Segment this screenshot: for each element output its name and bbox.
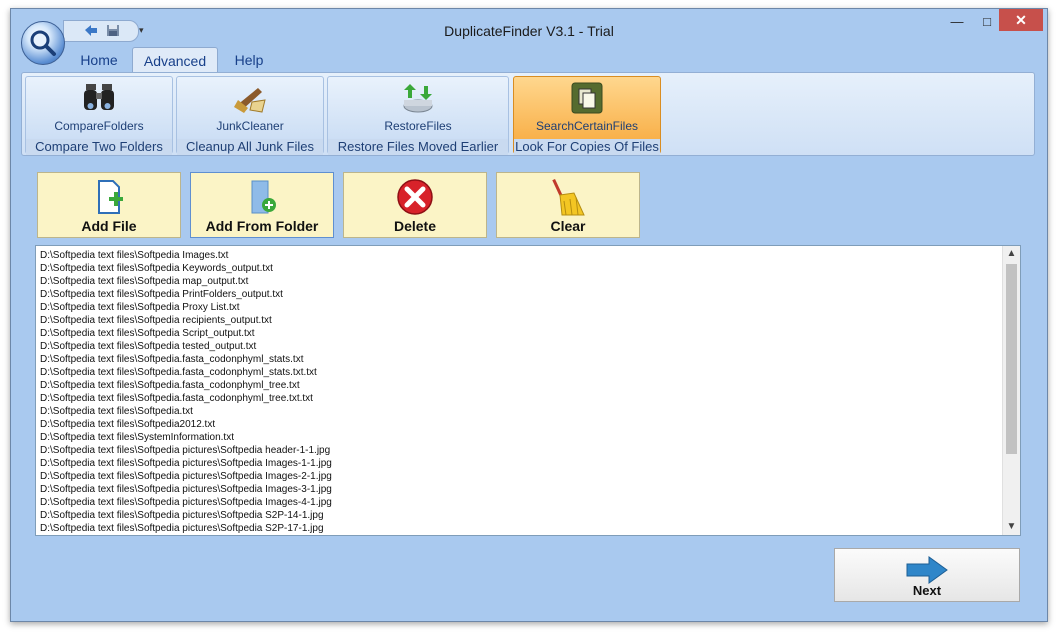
ribbon-panel: CompareFolders Compare Two Folders JunkC… bbox=[21, 72, 1035, 156]
junk-cleaner-icon bbox=[234, 88, 266, 113]
customize-qat-icon[interactable]: ▾ bbox=[139, 25, 144, 36]
list-item[interactable]: D:\Softpedia text files\Softpedia.fasta_… bbox=[40, 353, 1000, 366]
list-item[interactable]: D:\Softpedia text files\Softpedia PrintF… bbox=[40, 288, 1000, 301]
next-button[interactable]: Next bbox=[834, 548, 1020, 602]
list-item[interactable]: D:\Softpedia text files\Softpedia2012.tx… bbox=[40, 418, 1000, 431]
add-from-folder-label: Add From Folder bbox=[205, 218, 319, 234]
clear-label: Clear bbox=[550, 218, 586, 234]
list-item[interactable]: D:\Softpedia text files\Softpedia pictur… bbox=[40, 457, 1000, 470]
delete-button[interactable]: Delete bbox=[343, 172, 487, 238]
next-label: Next bbox=[912, 583, 942, 598]
restore-files-caption: Restore Files Moved Earlier bbox=[328, 139, 508, 155]
search-certain-files-button[interactable]: SearchCertainFiles Look For Copies Of Fi… bbox=[513, 76, 661, 155]
list-item[interactable]: D:\Softpedia text files\Softpedia.fasta_… bbox=[40, 366, 1000, 379]
app-menu-button[interactable] bbox=[21, 21, 65, 65]
list-item[interactable]: D:\Softpedia text files\SystemInformatio… bbox=[40, 431, 1000, 444]
list-item[interactable]: D:\Softpedia text files\Softpedia pictur… bbox=[40, 483, 1000, 496]
quick-access-toolbar bbox=[63, 20, 139, 42]
restore-files-button[interactable]: RestoreFiles Restore Files Moved Earlier bbox=[327, 76, 509, 155]
magnifier-icon bbox=[30, 30, 56, 56]
list-item[interactable]: D:\Softpedia text files\Softpedia tested… bbox=[40, 340, 1000, 353]
minimize-button[interactable]: — bbox=[941, 11, 973, 33]
compare-folders-button[interactable]: CompareFolders Compare Two Folders bbox=[25, 76, 173, 155]
list-item[interactable]: D:\Softpedia text files\Softpedia pictur… bbox=[40, 522, 1000, 535]
junk-cleaner-label: JunkCleaner bbox=[216, 119, 284, 133]
file-list-items: D:\Softpedia text files\Softpedia Images… bbox=[40, 249, 1000, 535]
list-item[interactable]: D:\Softpedia text files\Softpedia pictur… bbox=[40, 496, 1000, 509]
scroll-down-icon[interactable]: ▼ bbox=[1003, 519, 1020, 535]
list-item[interactable]: D:\Softpedia text files\Softpedia pictur… bbox=[40, 444, 1000, 457]
add-file-label: Add File bbox=[81, 218, 137, 234]
scroll-thumb[interactable] bbox=[1006, 264, 1017, 454]
window-title: DuplicateFinder V3.1 - Trial bbox=[444, 23, 614, 39]
search-certain-files-caption: Look For Copies Of Files bbox=[514, 139, 660, 155]
copy-files-icon bbox=[571, 82, 603, 114]
clear-button[interactable]: Clear bbox=[496, 172, 640, 238]
list-item[interactable]: D:\Softpedia text files\Softpedia pictur… bbox=[40, 509, 1000, 522]
list-item[interactable]: D:\Softpedia text files\Softpedia Keywor… bbox=[40, 262, 1000, 275]
save-icon[interactable] bbox=[106, 24, 120, 37]
list-item[interactable]: D:\Softpedia text files\Softpedia map_ou… bbox=[40, 275, 1000, 288]
app-window: DuplicateFinder V3.1 - Trial — □ ✕ ▾ Hom… bbox=[10, 8, 1048, 622]
back-icon[interactable] bbox=[84, 24, 98, 37]
restore-icon bbox=[403, 84, 433, 113]
list-item[interactable]: D:\Softpedia text files\Softpedia Script… bbox=[40, 327, 1000, 340]
list-item[interactable]: D:\Softpedia text files\Softpedia pictur… bbox=[40, 470, 1000, 483]
list-item[interactable]: D:\Softpedia text files\Softpedia.fasta_… bbox=[40, 379, 1000, 392]
add-file-button[interactable]: Add File bbox=[37, 172, 181, 238]
list-item[interactable]: D:\Softpedia text files\Softpedia.fasta_… bbox=[40, 392, 1000, 405]
add-file-icon bbox=[98, 180, 123, 214]
scroll-up-icon[interactable]: ▲ bbox=[1003, 246, 1020, 262]
list-item[interactable]: D:\Softpedia text files\Softpedia Proxy … bbox=[40, 301, 1000, 314]
search-certain-files-label: SearchCertainFiles bbox=[535, 119, 639, 133]
list-item[interactable]: D:\Softpedia text files\Softpedia Images… bbox=[40, 249, 1000, 262]
tab-home[interactable]: Home bbox=[71, 47, 127, 72]
broom-icon bbox=[552, 178, 585, 216]
list-item[interactable]: D:\Softpedia text files\Softpedia.txt bbox=[40, 405, 1000, 418]
add-from-folder-button[interactable]: Add From Folder bbox=[190, 172, 334, 238]
compare-folders-caption: Compare Two Folders bbox=[26, 139, 172, 155]
delete-label: Delete bbox=[393, 218, 437, 234]
list-item[interactable]: D:\Softpedia text files\Softpedia recipi… bbox=[40, 314, 1000, 327]
binoculars-icon bbox=[84, 84, 114, 110]
arrow-right-icon bbox=[906, 556, 948, 584]
file-list[interactable]: D:\Softpedia text files\Softpedia Images… bbox=[35, 245, 1021, 536]
junk-cleaner-caption: Cleanup All Junk Files bbox=[177, 139, 323, 155]
title-bar: DuplicateFinder V3.1 - Trial — □ ✕ bbox=[11, 9, 1047, 45]
tab-advanced[interactable]: Advanced bbox=[132, 47, 218, 73]
restore-files-label: RestoreFiles bbox=[384, 119, 452, 133]
tab-help[interactable]: Help bbox=[221, 47, 277, 72]
delete-icon bbox=[397, 179, 433, 215]
add-folder-icon bbox=[251, 180, 276, 214]
compare-folders-label: CompareFolders bbox=[54, 119, 144, 133]
vertical-scrollbar[interactable]: ▲ ▼ bbox=[1002, 246, 1020, 535]
junk-cleaner-button[interactable]: JunkCleaner Cleanup All Junk Files bbox=[176, 76, 324, 155]
close-button[interactable]: ✕ bbox=[999, 9, 1043, 31]
